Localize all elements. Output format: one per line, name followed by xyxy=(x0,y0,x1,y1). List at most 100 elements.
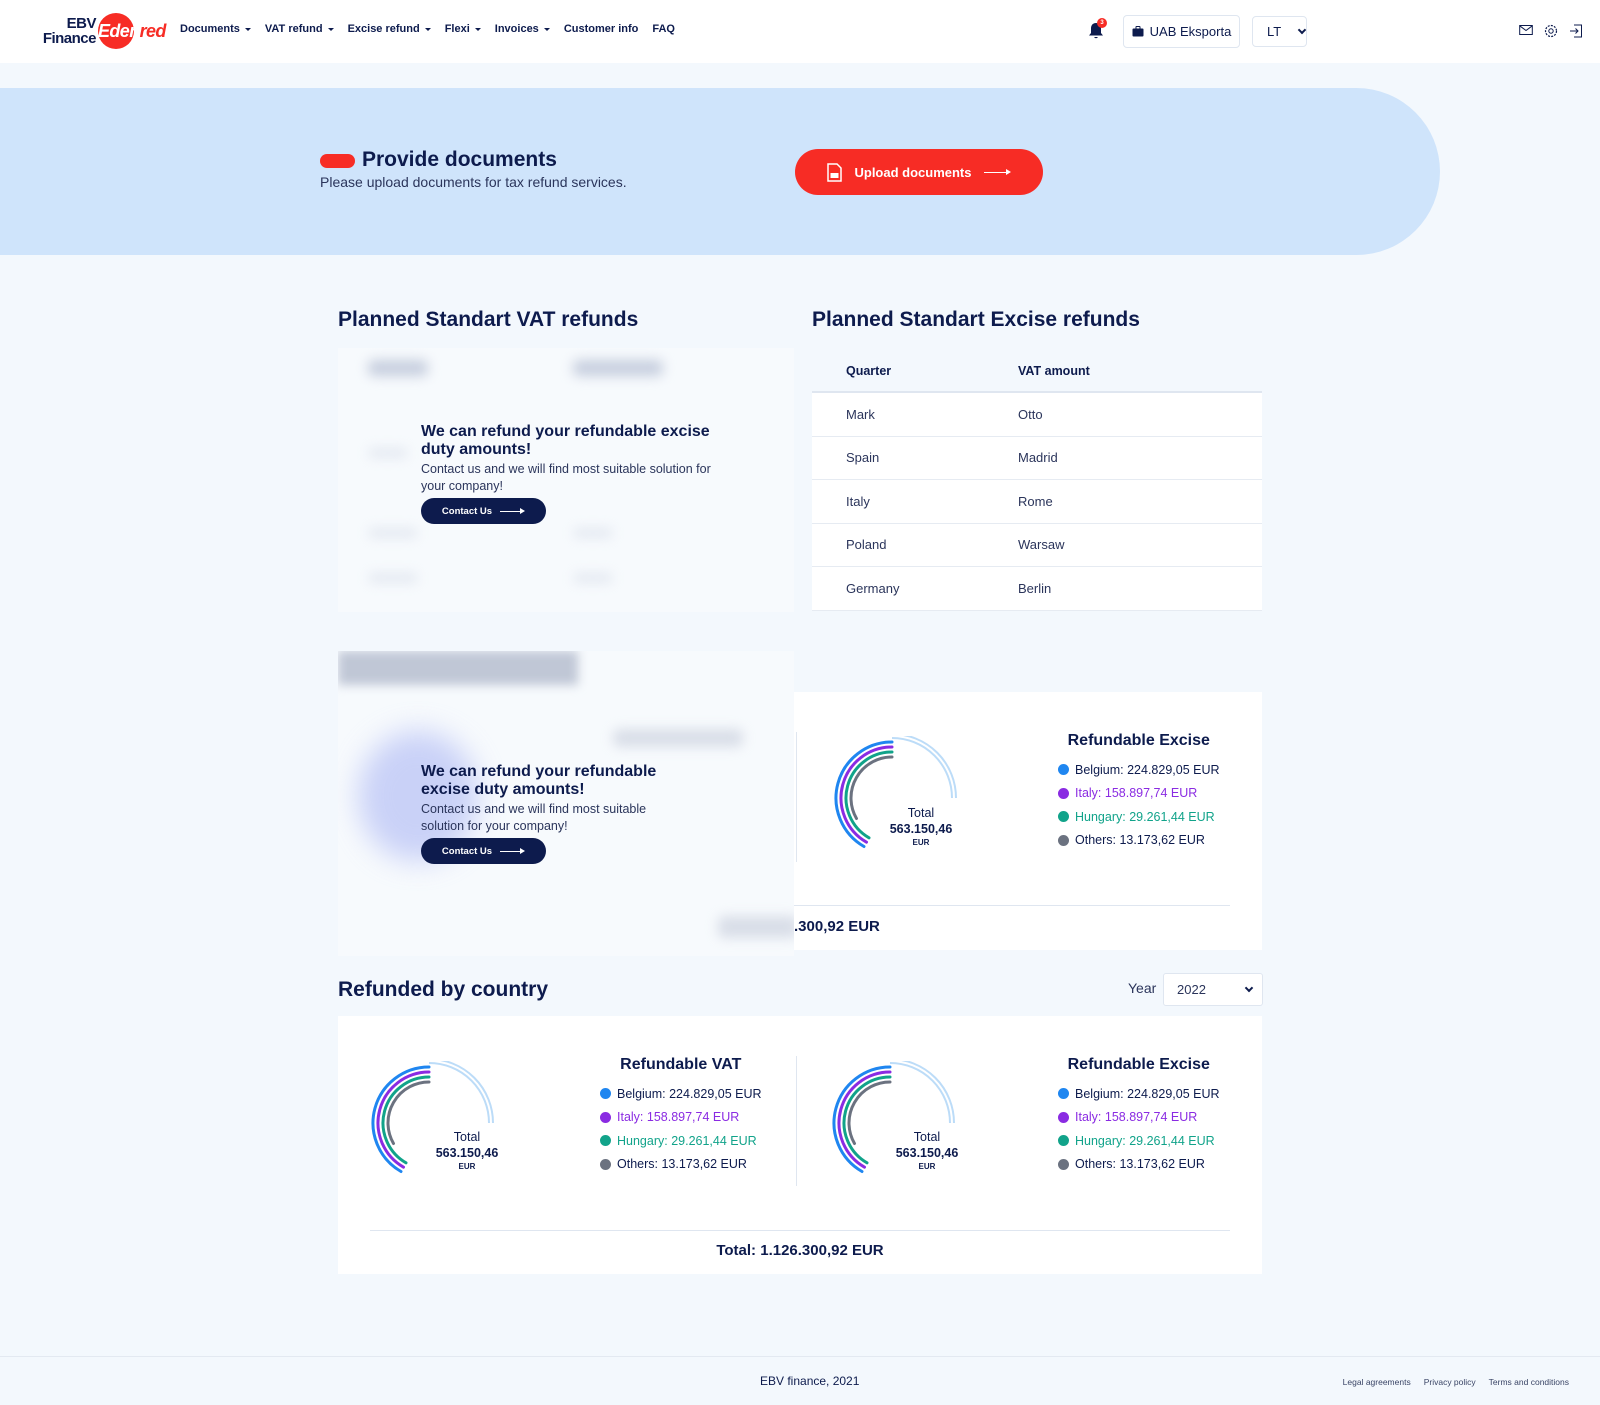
excise-donut-total: Total 563.150,46 EUR xyxy=(895,1130,959,1171)
legend-item: Belgium: 224.829,05 EUR xyxy=(1058,758,1220,782)
legend-label: Italy: 158.897,74 EUR xyxy=(1075,786,1198,801)
legend-dot xyxy=(600,1088,611,1100)
nav-item-faq[interactable]: FAQ xyxy=(652,23,675,35)
arrow-right-icon xyxy=(500,848,526,854)
banner-subtitle: Please upload documents for tax refund s… xyxy=(320,174,627,190)
excise-legend: Refundable Excise Belgium: 224.829,05 EU… xyxy=(1058,732,1220,852)
footer-link-terms-and-conditions[interactable]: Terms and conditions xyxy=(1489,1377,1569,1387)
nav-item-vat-refund[interactable]: VAT refund xyxy=(265,23,334,35)
vat-donut-total: Total 563.150,46 EUR xyxy=(435,1130,499,1171)
planned-vat-title: Planned Standart VAT refunds xyxy=(338,308,639,331)
excise-refunds-table: Quarter VAT amount Mark Otto Spain Madrid It… xyxy=(812,351,1262,611)
legend-label: Italy: 158.897,74 EUR xyxy=(1075,1110,1198,1125)
main-nav: Documents VAT refund Excise refund Flexi Inv… xyxy=(180,23,675,35)
nav-item-label: Excise refund xyxy=(347,23,420,35)
table-row: Germany Berlin xyxy=(812,567,1262,611)
promo-text: Contact us and we will find most suitabl… xyxy=(421,802,647,833)
language-select[interactable]: LT xyxy=(1252,16,1307,47)
cell-quarter: Poland xyxy=(846,537,887,553)
nav-item-customer-info[interactable]: Customer info xyxy=(564,23,639,35)
legend-title: Refundable Excise xyxy=(1067,732,1210,749)
legend-dot xyxy=(1058,1111,1069,1123)
legend-label: Belgium: 224.829,05 EUR xyxy=(1075,762,1220,777)
nav-item-label: FAQ xyxy=(652,23,675,35)
legend-label: Others: 13.173,62 EUR xyxy=(1075,1157,1205,1172)
legend-item: Others: 13.173,62 EUR xyxy=(1058,829,1220,853)
nav-item-documents[interactable]: Documents xyxy=(180,23,251,35)
table-header: Quarter VAT amount xyxy=(812,351,1262,393)
table-row: Spain Madrid xyxy=(812,436,1262,480)
ring-track xyxy=(439,1061,494,1124)
legend-dot xyxy=(1058,764,1069,776)
column-vat-amount: VAT amount xyxy=(1018,364,1090,378)
legend-dot xyxy=(1058,811,1069,823)
year-select[interactable]: 2022 xyxy=(1163,973,1263,1006)
ring-track xyxy=(902,736,957,799)
partial-total: .300,92 EUR xyxy=(794,918,880,935)
middle-promo-card: We can refund your refundable excise dut… xyxy=(421,763,691,864)
legend-label: Others: 13.173,62 EUR xyxy=(1075,833,1205,848)
nav-item-excise-refund[interactable]: Excise refund xyxy=(348,23,431,35)
legend-dot xyxy=(600,1135,611,1147)
legend-label: Hungary: 29.261,44 EUR xyxy=(1075,1133,1215,1148)
year-label: Year xyxy=(1128,980,1157,996)
refunded-by-country-title: Refunded by country xyxy=(338,978,549,1001)
legend-dot xyxy=(1058,834,1069,846)
nav-item-label: VAT refund xyxy=(264,23,323,35)
legend-dot xyxy=(600,1158,611,1170)
planned-excise-title: Planned Standart Excise refunds xyxy=(812,308,1140,331)
legend-item: Belgium: 224.829,05 EUR xyxy=(600,1082,762,1106)
cell-vat-amount: Madrid xyxy=(1018,450,1058,466)
caret-down-icon xyxy=(474,27,481,31)
cell-vat-amount: Rome xyxy=(1018,493,1053,509)
contact-us-button[interactable]: Contact Us xyxy=(421,838,546,864)
legend-label: Belgium: 224.829,05 EUR xyxy=(617,1086,762,1101)
legend-title: Refundable VAT xyxy=(620,1056,742,1073)
provide-documents-banner: Provide documents Please upload document… xyxy=(0,88,1440,255)
promo-title: We can refund your refundable excise dut… xyxy=(421,763,657,798)
legend-item: Belgium: 224.829,05 EUR xyxy=(1058,1082,1220,1106)
nav-item-invoices[interactable]: Invoices xyxy=(495,23,550,35)
nav-item-label: Flexi xyxy=(444,23,470,35)
legend-label: Belgium: 224.829,05 EUR xyxy=(1075,1086,1220,1101)
top-navbar: EBV Finance Edenred Documents VAT refund Ex… xyxy=(0,0,1600,63)
refundable-excise-card-top: Total 563.150,46 EUR Refundable Excise B… xyxy=(794,692,1262,950)
grand-total: Total: 1.126.300,92 EUR xyxy=(716,1242,884,1259)
legend-item: Italy: 158.897,74 EUR xyxy=(1058,782,1220,806)
legend-item: Hungary: 29.261,44 EUR xyxy=(1058,1129,1220,1153)
legend-item: Hungary: 29.261,44 EUR xyxy=(1058,805,1220,829)
table-row: Mark Otto xyxy=(812,393,1262,437)
pdf-file-icon xyxy=(827,162,843,182)
excise-legend: Refundable Excise Belgium: 224.829,05 EU… xyxy=(1058,1056,1220,1176)
legend-label: Hungary: 29.261,44 EUR xyxy=(1075,809,1215,824)
footer-link-privacy-policy[interactable]: Privacy policy xyxy=(1424,1377,1476,1387)
cell-quarter: Germany xyxy=(846,580,900,596)
logout-icon[interactable] xyxy=(1569,24,1583,38)
contact-us-button[interactable]: Contact Us xyxy=(421,498,546,524)
ring-track xyxy=(428,1062,490,1124)
legend-item: Italy: 158.897,74 EUR xyxy=(600,1106,762,1130)
legend-item: Others: 13.173,62 EUR xyxy=(600,1153,762,1177)
legend-title: Refundable Excise xyxy=(1067,1056,1210,1073)
cell-vat-amount: Warsaw xyxy=(1018,537,1065,553)
footer-link-legal-agreements[interactable]: Legal agreements xyxy=(1343,1377,1411,1387)
ring-track xyxy=(889,1062,951,1124)
company-selector[interactable]: UAB Eksporta xyxy=(1123,15,1240,48)
mail-icon[interactable] xyxy=(1519,24,1533,36)
legend-label: Italy: 158.897,74 EUR xyxy=(617,1110,740,1125)
settings-gear-icon[interactable] xyxy=(1544,24,1558,38)
nav-item-flexi[interactable]: Flexi xyxy=(445,23,481,35)
legend-dot xyxy=(1058,1088,1069,1100)
chevron-down-icon xyxy=(1297,25,1307,35)
legend-item: Others: 13.173,62 EUR xyxy=(1058,1153,1220,1177)
banner-title: Provide documents xyxy=(362,148,557,171)
notifications-bell-icon[interactable]: 3 xyxy=(1088,18,1107,40)
promo-text: Contact us and we will find most suitabl… xyxy=(421,462,711,493)
notification-count-badge: 3 xyxy=(1097,18,1107,28)
donut-total: Total 563.150,46 EUR xyxy=(889,806,953,847)
ebv-edenred-logo[interactable]: EBV Finance Edenred xyxy=(40,12,166,52)
legend-label: Others: 13.173,62 EUR xyxy=(617,1157,747,1172)
table-row: Poland Warsaw xyxy=(812,523,1262,567)
upload-documents-button[interactable]: Upload documents xyxy=(795,149,1043,195)
accent-pill xyxy=(320,154,355,168)
